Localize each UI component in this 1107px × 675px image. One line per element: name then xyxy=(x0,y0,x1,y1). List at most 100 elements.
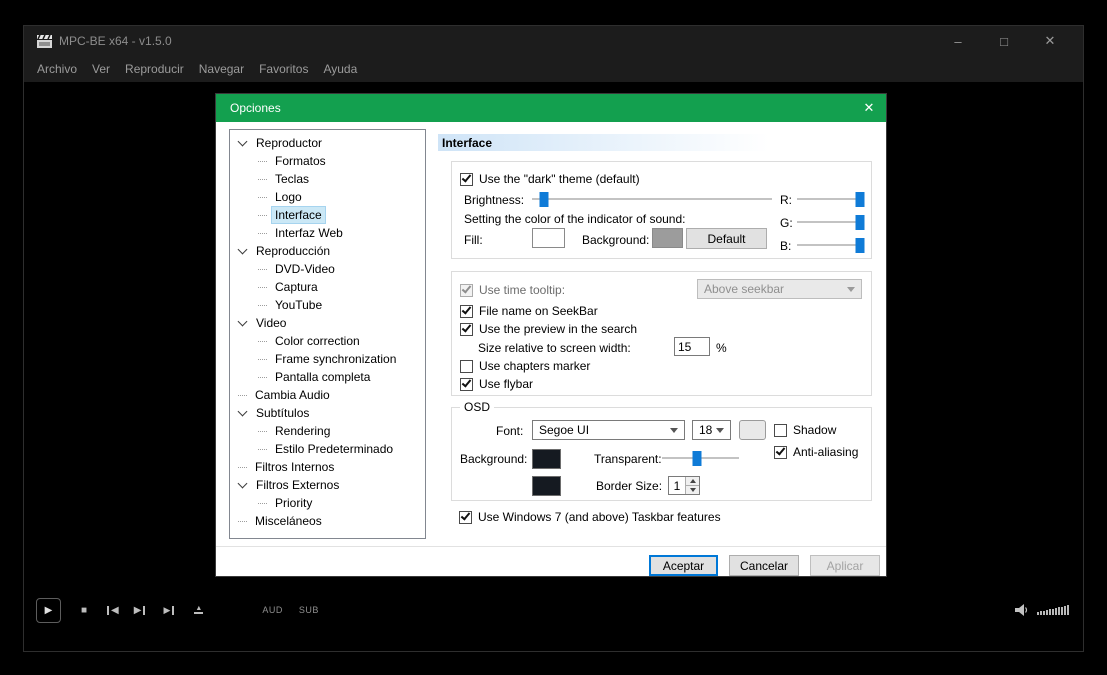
indicator-label: Setting the color of the indicator of so… xyxy=(464,212,686,226)
osd-text-color-swatch[interactable] xyxy=(739,420,766,440)
tree-item-interfaz-web[interactable]: Interfaz Web xyxy=(230,224,425,242)
slider-thumb[interactable] xyxy=(855,192,865,207)
dialog-title: Opciones xyxy=(230,101,281,115)
default-button[interactable]: Default xyxy=(686,228,767,249)
chevron-down-icon[interactable] xyxy=(237,316,248,327)
menu-archivo[interactable]: Archivo xyxy=(37,62,77,76)
dialog-titlebar[interactable]: Opciones xyxy=(216,94,886,122)
b-slider[interactable] xyxy=(797,238,865,253)
g-slider[interactable] xyxy=(797,215,865,230)
tree-item-filtros-externos[interactable]: Filtros Externos xyxy=(230,476,425,494)
titlebar[interactable]: MPC-BE x64 - v1.5.0 – □ ✕ xyxy=(24,26,1083,56)
tree-item-logo[interactable]: Logo xyxy=(230,188,425,206)
stop-button[interactable]: ■ xyxy=(81,605,87,616)
dark-theme-checkbox[interactable] xyxy=(460,172,473,186)
cancelar-button[interactable]: Cancelar xyxy=(729,555,799,576)
tree-item-reproductor[interactable]: Reproductor xyxy=(230,134,425,152)
tree-item-interface[interactable]: Interface xyxy=(230,206,425,224)
minimize-button[interactable]: – xyxy=(935,26,981,56)
tree-item-estilo-predeterminado[interactable]: Estilo Predeterminado xyxy=(230,440,425,458)
tree-item-priority[interactable]: Priority xyxy=(230,494,425,512)
play-button[interactable]: ▶ xyxy=(36,597,61,623)
percent-label: % xyxy=(716,341,727,355)
flybar-row: Use flybar xyxy=(460,377,533,391)
preview-checkbox[interactable] xyxy=(460,322,473,336)
volume-bars-slider[interactable] xyxy=(1037,605,1069,615)
antialias-label: Anti-aliasing xyxy=(793,445,859,459)
tree-item-filtros-internos[interactable]: Filtros Internos xyxy=(230,458,425,476)
seekbar-group: Use time tooltip: Above seekbar File nam… xyxy=(451,271,872,396)
tree-item-youtube[interactable]: YouTube xyxy=(230,296,425,314)
menubar: Archivo Ver Reproducir Navegar Favoritos… xyxy=(24,56,1083,82)
step-forward-button[interactable]: ▶ xyxy=(163,605,175,616)
chevron-down-icon xyxy=(716,427,724,433)
osd-font-select[interactable]: Segoe UI xyxy=(532,420,685,440)
chapters-checkbox[interactable] xyxy=(460,359,473,373)
slider-thumb[interactable] xyxy=(539,192,549,207)
subtitle-track-button[interactable]: SUB xyxy=(299,605,319,615)
r-slider[interactable] xyxy=(797,192,865,207)
tree-item-video[interactable]: Video xyxy=(230,314,425,332)
chevron-up-icon[interactable] xyxy=(686,477,699,485)
tree-item-frame-synchronization[interactable]: Frame synchronization xyxy=(230,350,425,368)
tree-item-teclas[interactable]: Teclas xyxy=(230,170,425,188)
chapters-label: Use chapters marker xyxy=(479,359,591,373)
osd-border-color-swatch[interactable] xyxy=(532,476,561,496)
filename-checkbox[interactable] xyxy=(460,304,473,318)
maximize-button[interactable]: □ xyxy=(981,26,1027,56)
slider-thumb[interactable] xyxy=(692,451,702,466)
previous-icon xyxy=(107,605,110,615)
tree-item-cambia-audio[interactable]: Cambia Audio xyxy=(230,386,425,404)
chevron-down-icon[interactable] xyxy=(237,478,248,489)
aplicar-button: Aplicar xyxy=(810,555,880,576)
audio-track-button[interactable]: AUD xyxy=(262,605,283,615)
menu-ayuda[interactable]: Ayuda xyxy=(323,62,357,76)
tree-item-captura[interactable]: Captura xyxy=(230,278,425,296)
window-controls: – □ ✕ xyxy=(935,26,1083,56)
antialias-checkbox[interactable] xyxy=(774,445,787,459)
tree-item-pantalla-completa[interactable]: Pantalla completa xyxy=(230,368,425,386)
tree-item-subtitulos[interactable]: Subtítulos xyxy=(230,404,425,422)
background-color-swatch[interactable] xyxy=(652,228,683,248)
tree-item-miscelaneos[interactable]: Misceláneos xyxy=(230,512,425,530)
menu-ver[interactable]: Ver xyxy=(92,62,110,76)
antialias-row: Anti-aliasing xyxy=(774,445,858,459)
tree-item-color-correction[interactable]: Color correction xyxy=(230,332,425,350)
fill-label: Fill: xyxy=(464,233,483,247)
taskbar-checkbox[interactable] xyxy=(459,510,472,524)
brightness-label: Brightness: xyxy=(464,193,525,207)
interface-panel: Interface Use the "dark" theme (default)… xyxy=(438,129,879,539)
chevron-down-icon[interactable] xyxy=(237,244,248,255)
border-size-spinner[interactable]: 1 xyxy=(668,476,700,495)
eject-button[interactable]: ▲ xyxy=(194,605,204,614)
tree-item-rendering[interactable]: Rendering xyxy=(230,422,425,440)
tree-item-reproduccion[interactable]: Reproducción xyxy=(230,242,425,260)
border-size-label: Border Size: xyxy=(596,479,663,493)
transparent-slider[interactable] xyxy=(662,451,739,466)
menu-reproducir[interactable]: Reproducir xyxy=(125,62,184,76)
chevron-down-icon[interactable] xyxy=(237,406,248,417)
speaker-icon[interactable] xyxy=(1015,604,1029,616)
flybar-checkbox[interactable] xyxy=(460,377,473,391)
chevron-down-icon[interactable] xyxy=(686,485,699,494)
previous-button[interactable]: ◀ xyxy=(107,605,119,616)
osd-background-swatch[interactable] xyxy=(532,449,561,469)
chevron-down-icon[interactable] xyxy=(237,136,248,147)
tree-item-dvd-video[interactable]: DVD-Video xyxy=(230,260,425,278)
shadow-checkbox[interactable] xyxy=(774,423,787,437)
osd-font-size-select[interactable]: 18 xyxy=(692,420,731,440)
shadow-row: Shadow xyxy=(774,423,836,437)
next-button[interactable]: ▶ xyxy=(134,605,146,616)
brightness-slider[interactable] xyxy=(532,192,772,207)
slider-thumb[interactable] xyxy=(855,238,865,253)
aceptar-button[interactable]: Aceptar xyxy=(649,555,718,576)
dialog-close-button[interactable]: ✕ xyxy=(852,94,886,122)
menu-navegar[interactable]: Navegar xyxy=(199,62,244,76)
slider-thumb[interactable] xyxy=(855,215,865,230)
close-button[interactable]: ✕ xyxy=(1027,26,1073,56)
play-icon: ▶ xyxy=(44,604,53,616)
tree-item-formatos[interactable]: Formatos xyxy=(230,152,425,170)
fill-color-swatch[interactable] xyxy=(532,228,565,248)
menu-favoritos[interactable]: Favoritos xyxy=(259,62,308,76)
size-relative-input[interactable] xyxy=(674,337,710,356)
